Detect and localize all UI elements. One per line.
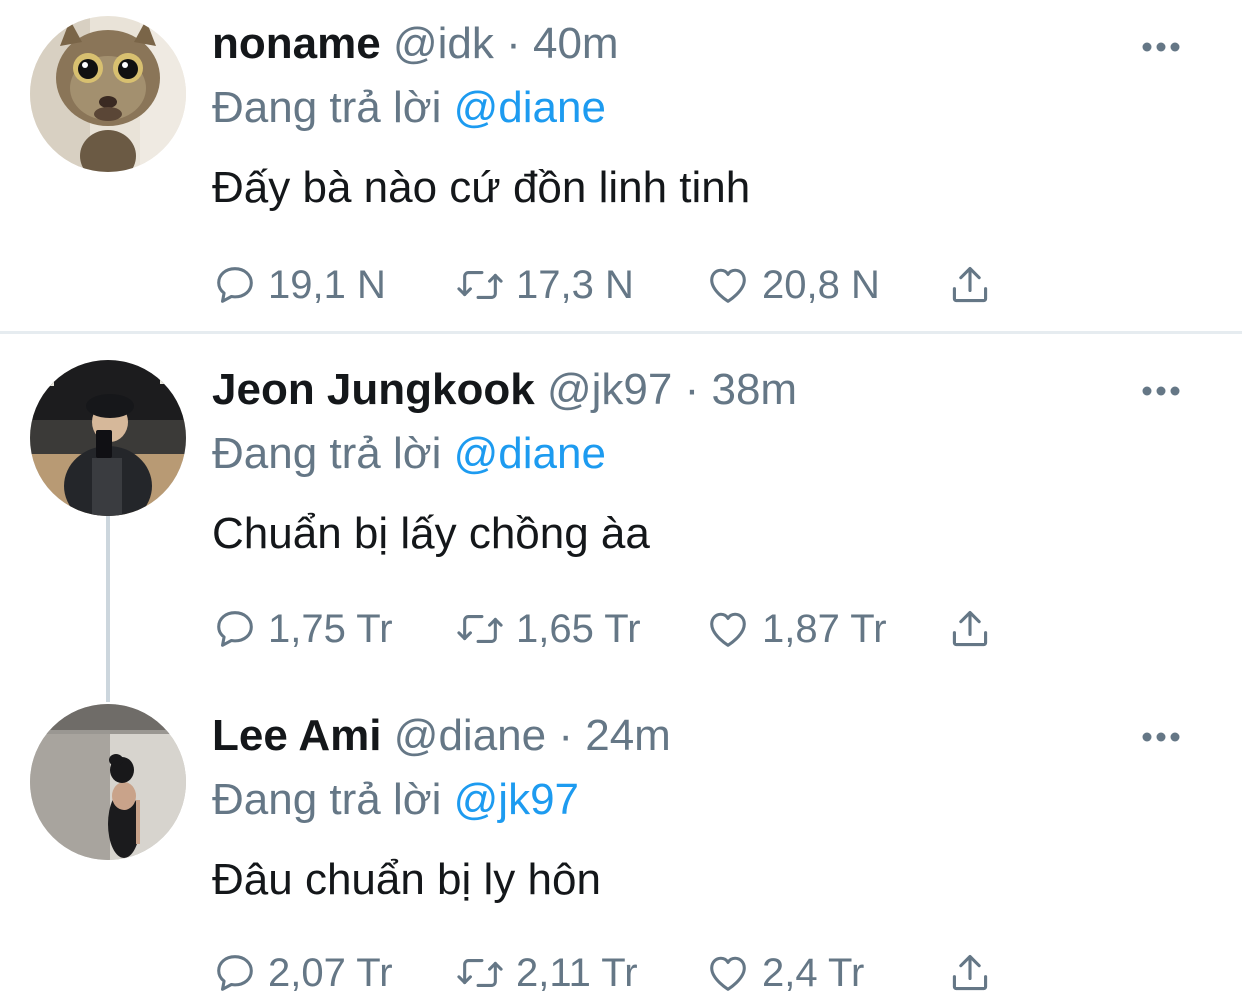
tweet[interactable]: Jeon Jungkook @jk97 · 38m Đang trả lời @… xyxy=(0,334,1242,684)
more-options-icon[interactable] xyxy=(1142,40,1180,54)
tweet-text: Đâu chuẩn bị ly hôn xyxy=(212,855,601,904)
like-count: 20,8 N xyxy=(762,262,880,307)
timestamp[interactable]: 38m xyxy=(711,365,797,414)
share-button[interactable] xyxy=(948,604,992,654)
tweet-text: Đấy bà nào cứ đồn linh tinh xyxy=(212,163,751,212)
replying-to-label: Đang trả lời xyxy=(212,83,442,132)
reply-icon xyxy=(217,267,253,303)
user-handle[interactable]: @diane xyxy=(394,711,546,760)
tweet[interactable]: Lee Ami @diane · 24m Đang trả lời @jk97 … xyxy=(0,684,1242,1007)
retweet-button[interactable]: 1,65 Tr xyxy=(454,604,641,654)
replying-to: Đang trả lời @diane xyxy=(212,428,1202,480)
replying-to-label: Đang trả lời xyxy=(212,775,442,824)
reply-button[interactable]: 1,75 Tr xyxy=(212,604,393,654)
retweet-button[interactable]: 2,11 Tr xyxy=(454,948,638,998)
mention-link[interactable]: @diane xyxy=(454,429,606,478)
retweet-button[interactable]: 17,3 N xyxy=(454,260,634,310)
user-handle[interactable]: @jk97 xyxy=(547,365,672,414)
display-name[interactable]: Jeon Jungkook xyxy=(212,365,535,414)
like-button[interactable]: 20,8 N xyxy=(704,260,880,310)
retweet-icon xyxy=(457,959,503,987)
heart-icon xyxy=(710,268,746,303)
reply-count: 19,1 N xyxy=(268,262,386,307)
tweet-text: Chuẩn bị lấy chồng àa xyxy=(212,509,650,558)
reply-button[interactable]: 19,1 N xyxy=(212,260,386,310)
like-count: 1,87 Tr xyxy=(762,606,887,651)
separator-dot: · xyxy=(506,19,521,68)
tweet-header: Lee Ami @diane · 24m xyxy=(212,710,1202,762)
tweet-header: Jeon Jungkook @jk97 · 38m xyxy=(212,364,1202,416)
retweet-count: 1,65 Tr xyxy=(516,606,641,651)
retweet-count: 17,3 N xyxy=(516,262,634,307)
heart-icon xyxy=(710,956,746,991)
like-count: 2,4 Tr xyxy=(762,950,865,995)
share-icon xyxy=(952,954,988,991)
more-options-icon[interactable] xyxy=(1142,730,1180,744)
reply-icon xyxy=(217,955,253,991)
tweet[interactable]: noname @idk · 40m Đang trả lời @diane Đấ… xyxy=(0,0,1242,332)
woman-back-avatar[interactable] xyxy=(30,704,186,860)
reply-count: 1,75 Tr xyxy=(268,606,393,651)
share-icon xyxy=(952,610,988,647)
replying-to-label: Đang trả lời xyxy=(212,429,442,478)
timestamp[interactable]: 24m xyxy=(585,711,671,760)
replying-to: Đang trả lời @jk97 xyxy=(212,774,1202,826)
share-button[interactable] xyxy=(948,948,992,998)
retweet-icon xyxy=(457,271,503,299)
heart-icon xyxy=(710,612,746,647)
reply-count: 2,07 Tr xyxy=(268,950,393,995)
reply-icon xyxy=(217,611,253,647)
replying-to: Đang trả lời @diane xyxy=(212,82,1202,134)
retweet-icon xyxy=(457,615,503,643)
display-name[interactable]: Lee Ami xyxy=(212,711,382,760)
display-name[interactable]: noname xyxy=(212,19,381,68)
like-button[interactable]: 1,87 Tr xyxy=(704,604,887,654)
user-handle[interactable]: @idk xyxy=(393,19,494,68)
like-button[interactable]: 2,4 Tr xyxy=(704,948,864,998)
retweet-count: 2,11 Tr xyxy=(516,950,638,995)
tweet-header: noname @idk · 40m xyxy=(212,18,1202,70)
reply-button[interactable]: 2,07 Tr xyxy=(212,948,393,998)
more-options-icon[interactable] xyxy=(1142,384,1180,398)
share-icon xyxy=(952,266,988,303)
separator-dot: · xyxy=(684,365,700,414)
separator-dot: · xyxy=(558,711,573,760)
share-button[interactable] xyxy=(948,260,992,310)
mention-link[interactable]: @jk97 xyxy=(454,775,579,824)
mention-link[interactable]: @diane xyxy=(454,83,606,132)
person-mirror-selfie-avatar[interactable] xyxy=(30,360,186,516)
cat-avatar[interactable] xyxy=(30,16,186,172)
timestamp[interactable]: 40m xyxy=(533,19,619,68)
